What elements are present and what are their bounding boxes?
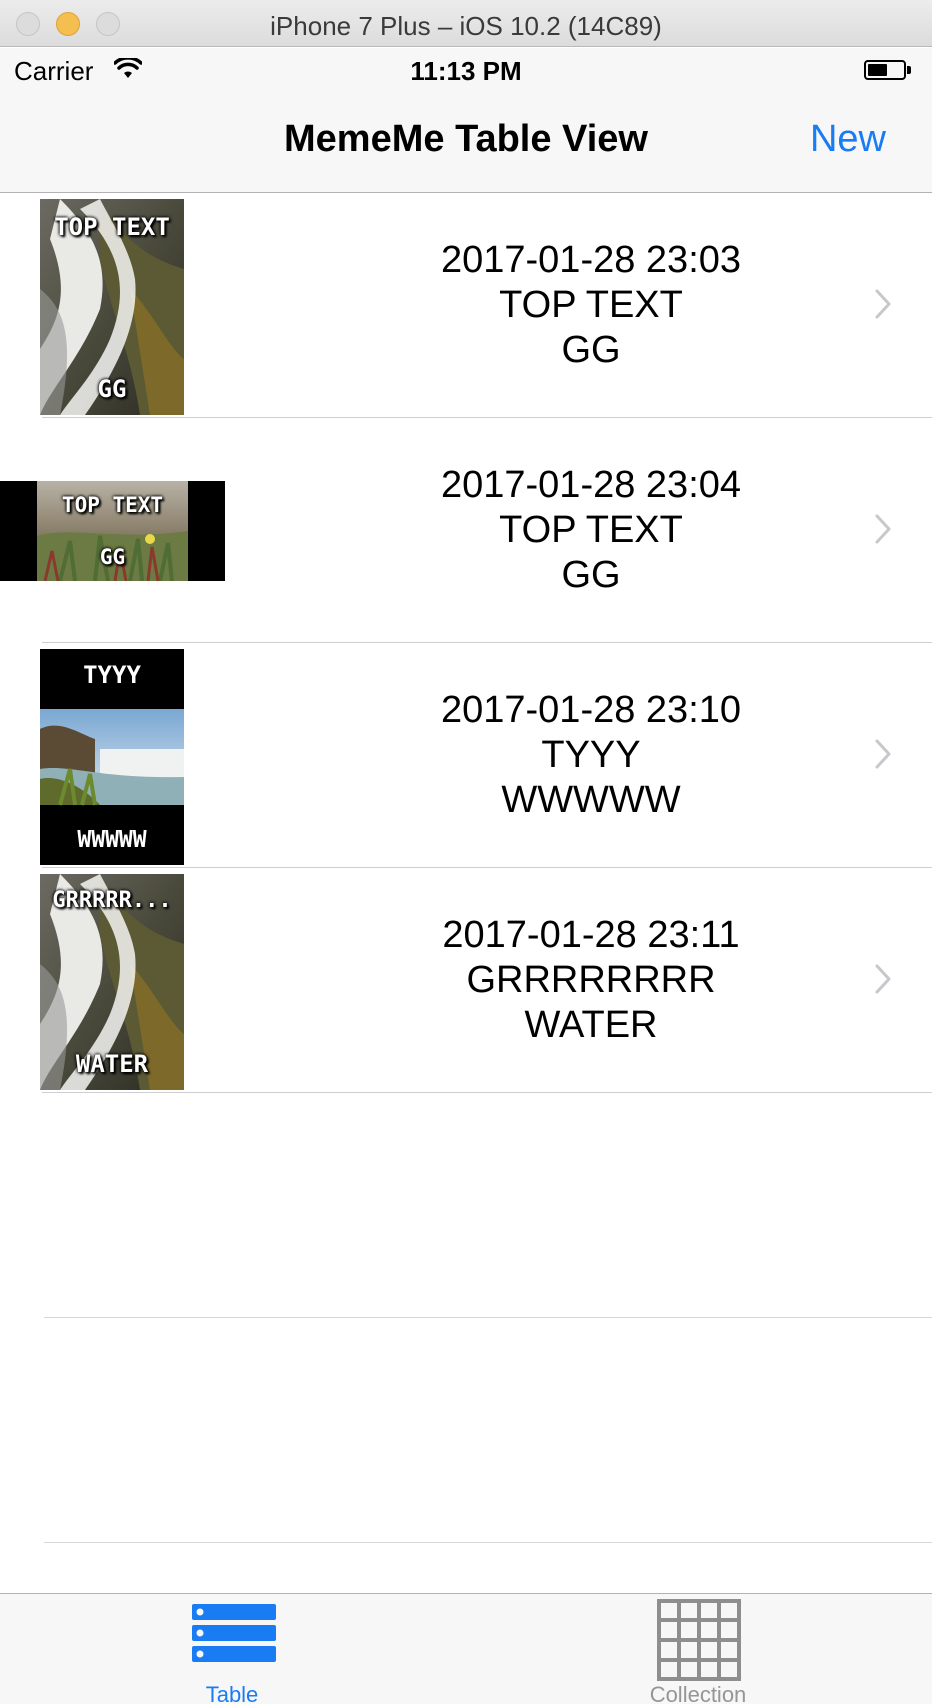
meme-bottom-text: GG — [561, 329, 621, 371]
navigation-bar: MemeMe Table View New — [0, 92, 932, 193]
meme-thumbnail: TYYY WWWWW — [40, 649, 184, 865]
thumbnail-bottom-text: WATER — [75, 1050, 149, 1078]
tab-table[interactable]: Table — [132, 1594, 332, 1707]
chevron-right-icon — [875, 289, 891, 319]
new-meme-button[interactable]: New — [810, 118, 886, 161]
meme-thumbnail: TOP TEXT GG — [40, 199, 184, 415]
tab-bar: Table Collection — [0, 1593, 932, 1707]
table-list-icon — [192, 1604, 276, 1662]
meme-bottom-text: WATER — [524, 1004, 658, 1046]
table-row[interactable]: TYYY WWWWW 2017-01-28 23:10 TYYY WWWWW — [0, 643, 932, 868]
window-title: iPhone 7 Plus – iOS 10.2 (14C89) — [270, 11, 662, 41]
row-text: 2017-01-28 23:04 TOP TEXT GG — [250, 418, 932, 643]
tab-collection-label: Collection — [649, 1682, 747, 1707]
table-row[interactable]: GRRRRR... WATER 2017-01-28 23:11 GRRRRRR… — [0, 868, 932, 1093]
status-bar: Carrier 11:13 PM — [0, 48, 932, 92]
empty-table-row — [0, 1093, 932, 1318]
tab-table-label: Table — [205, 1682, 259, 1707]
meme-date: 2017-01-28 23:11 — [442, 914, 740, 956]
chevron-right-icon — [875, 964, 891, 994]
status-time: 11:13 PM — [410, 56, 522, 86]
meme-date: 2017-01-28 23:04 — [440, 464, 742, 506]
meme-bottom-text: GG — [561, 554, 621, 596]
chevron-right-icon — [875, 514, 891, 544]
row-text: 2017-01-28 23:03 TOP TEXT GG — [250, 193, 932, 418]
grid-collection-icon — [657, 1599, 741, 1681]
thumbnail-top-text: GRRRRR... — [52, 888, 172, 913]
table-row[interactable]: TOP TEXT GG 2017-01-28 23:03 TOP TEXT GG — [0, 193, 932, 418]
page-title: MemeMe Table View — [284, 118, 648, 160]
simulator-title-bar: iPhone 7 Plus – iOS 10.2 (14C89) — [0, 0, 932, 47]
thumbnail-top-text: TOP TEXT — [61, 493, 164, 517]
meme-date: 2017-01-28 23:03 — [440, 239, 742, 281]
meme-bottom-text: WWWWW — [501, 779, 681, 821]
row-text: 2017-01-28 23:10 TYYY WWWWW — [250, 643, 932, 868]
empty-table-row — [0, 1318, 932, 1543]
chevron-right-icon — [875, 739, 891, 769]
thumbnail-top-text: TYYY — [83, 661, 141, 689]
row-text: 2017-01-28 23:11 GRRRRRRRR WATER — [250, 868, 932, 1093]
meme-thumbnail: GRRRRR... WATER — [40, 874, 184, 1090]
battery-tip — [907, 66, 911, 74]
meme-top-text: TOP TEXT — [499, 509, 683, 551]
battery-level-fill — [868, 64, 887, 76]
thumbnail-bottom-text: GG — [99, 545, 126, 569]
tab-collection[interactable]: Collection — [598, 1594, 798, 1707]
meme-table: TOP TEXT GG 2017-01-28 23:03 TOP TEXT GG — [0, 193, 932, 1543]
meme-thumbnail: TOP TEXT GG — [0, 481, 225, 581]
meme-top-text: TOP TEXT — [499, 284, 683, 326]
thumbnail-bottom-text: GG — [97, 375, 127, 403]
table-row[interactable]: TOP TEXT GG 2017-01-28 23:04 TOP TEXT GG — [0, 418, 932, 643]
meme-date: 2017-01-28 23:10 — [440, 689, 742, 731]
meme-top-text: TYYY — [541, 734, 641, 776]
meme-top-text: GRRRRRRRR — [466, 959, 716, 1001]
battery-icon — [864, 60, 906, 80]
thumbnail-bottom-text: WWWWW — [77, 827, 147, 853]
thumbnail-top-text: TOP TEXT — [54, 213, 170, 241]
